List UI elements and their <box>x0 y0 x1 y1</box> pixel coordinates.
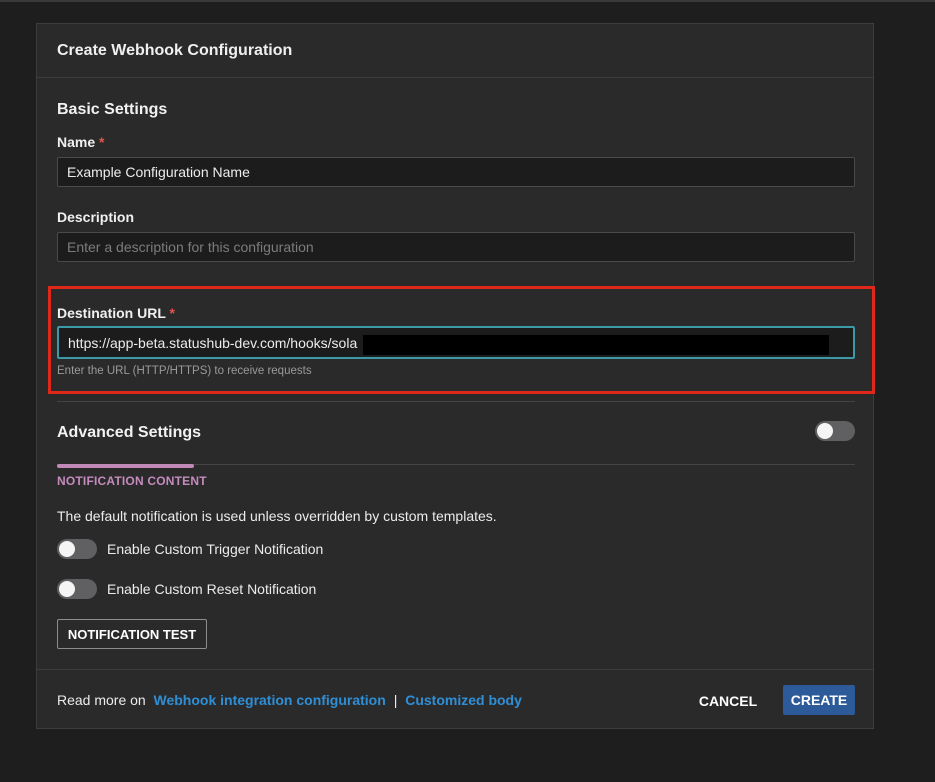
cancel-button[interactable]: CANCEL <box>692 686 764 716</box>
advanced-settings-title: Advanced Settings <box>57 424 202 441</box>
create-webhook-dialog: Create Webhook Configuration Basic Setti… <box>36 23 875 729</box>
custom-reset-label: Enable Custom Reset Notification <box>107 581 317 597</box>
destination-url-highlight <box>48 286 875 394</box>
dialog-header: Create Webhook Configuration <box>37 24 873 78</box>
required-marker: * <box>99 134 105 150</box>
footer-divider <box>37 669 873 670</box>
toggle-knob <box>59 541 75 557</box>
name-input[interactable] <box>57 157 855 187</box>
description-input[interactable] <box>57 232 855 262</box>
notification-test-button[interactable]: NOTIFICATION TEST <box>57 619 207 649</box>
dialog-title: Create Webhook Configuration <box>57 41 293 59</box>
name-label-text: Name <box>57 134 96 150</box>
toggle-knob <box>817 423 833 439</box>
read-more-text: Read more on <box>57 692 146 708</box>
custom-trigger-toggle[interactable] <box>57 539 97 559</box>
webhook-integration-link[interactable]: Webhook integration configuration <box>154 692 386 708</box>
description-label: Description <box>57 209 135 225</box>
custom-reset-toggle[interactable] <box>57 579 97 599</box>
link-separator: | <box>393 692 398 708</box>
notification-description: The default notification is used unless … <box>57 508 497 524</box>
custom-trigger-label: Enable Custom Trigger Notification <box>107 541 324 557</box>
tab-active-indicator <box>57 464 194 468</box>
footer-links: Read more on Webhook integration configu… <box>57 692 522 708</box>
name-label: Name * <box>57 134 104 150</box>
create-button[interactable]: CREATE <box>783 685 855 715</box>
basic-settings-title: Basic Settings <box>57 101 168 118</box>
window-top-border <box>0 0 935 2</box>
tab-notification-content[interactable]: NOTIFICATION CONTENT <box>57 474 207 488</box>
customized-body-link[interactable]: Customized body <box>405 692 522 708</box>
advanced-settings-toggle[interactable] <box>815 421 855 441</box>
section-divider <box>57 401 855 402</box>
toggle-knob <box>59 581 75 597</box>
